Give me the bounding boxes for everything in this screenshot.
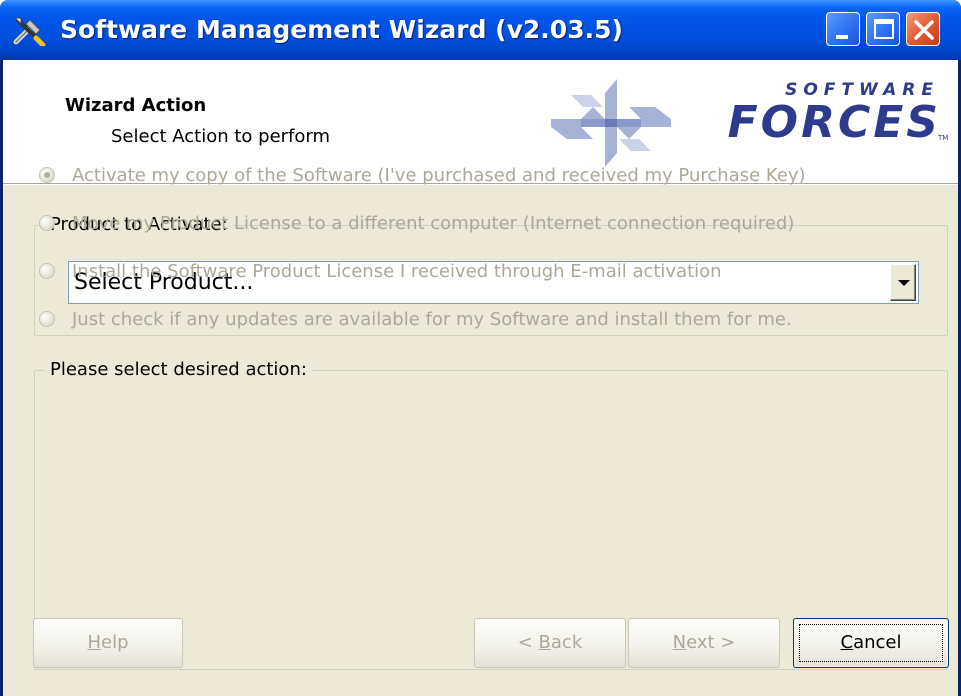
radio-button-icon[interactable] [39, 311, 55, 327]
next-button[interactable]: Next > [628, 618, 780, 668]
radio-button-icon[interactable] [39, 215, 55, 231]
help-label: elp [101, 632, 129, 653]
minimize-button[interactable] [826, 12, 860, 46]
close-button[interactable] [906, 12, 940, 46]
back-prefix: < [517, 632, 539, 653]
help-button[interactable]: Help [33, 618, 183, 668]
radio-label: Install the Software Product License I r… [72, 261, 722, 282]
wizard-window: Software Management Wizard (v2.03.5) Wiz… [0, 0, 961, 696]
window-title: Software Management Wizard (v2.03.5) [60, 15, 623, 44]
radio-label: Move my Product License to a different c… [72, 213, 795, 234]
header-subtitle: Select Action to perform [111, 126, 331, 147]
cancel-button[interactable]: Cancel [793, 618, 949, 668]
next-mnemonic: N [672, 632, 687, 653]
wizard-body: Wizard Action Select Action to perform S… [3, 60, 958, 696]
back-button[interactable]: < Back [474, 618, 626, 668]
dropdown-arrow-icon[interactable] [890, 264, 916, 301]
logo-trademark: TM [938, 134, 949, 142]
maximize-button[interactable] [866, 12, 900, 46]
header-title: Wizard Action [65, 95, 207, 116]
close-icon [914, 20, 934, 40]
radio-label: Just check if any updates are available … [72, 309, 792, 330]
action-group-legend: Please select desired action: [45, 359, 312, 380]
back-label: ack [550, 632, 583, 653]
back-mnemonic: B [538, 632, 551, 653]
maximize-icon [874, 19, 894, 39]
minimize-icon [836, 35, 848, 39]
radio-button-icon[interactable] [39, 167, 55, 183]
title-bar[interactable]: Software Management Wizard (v2.03.5) [0, 0, 961, 60]
tools-icon [12, 14, 46, 48]
focus-rectangle [799, 624, 943, 662]
next-label: ext > [686, 632, 736, 653]
radio-button-icon[interactable] [39, 263, 55, 279]
radio-label: Activate my copy of the Software (I've p… [72, 165, 806, 186]
software-forces-logo-icon [551, 79, 671, 167]
logo-text-main: FORCES [727, 97, 941, 148]
help-mnemonic: H [87, 632, 102, 653]
